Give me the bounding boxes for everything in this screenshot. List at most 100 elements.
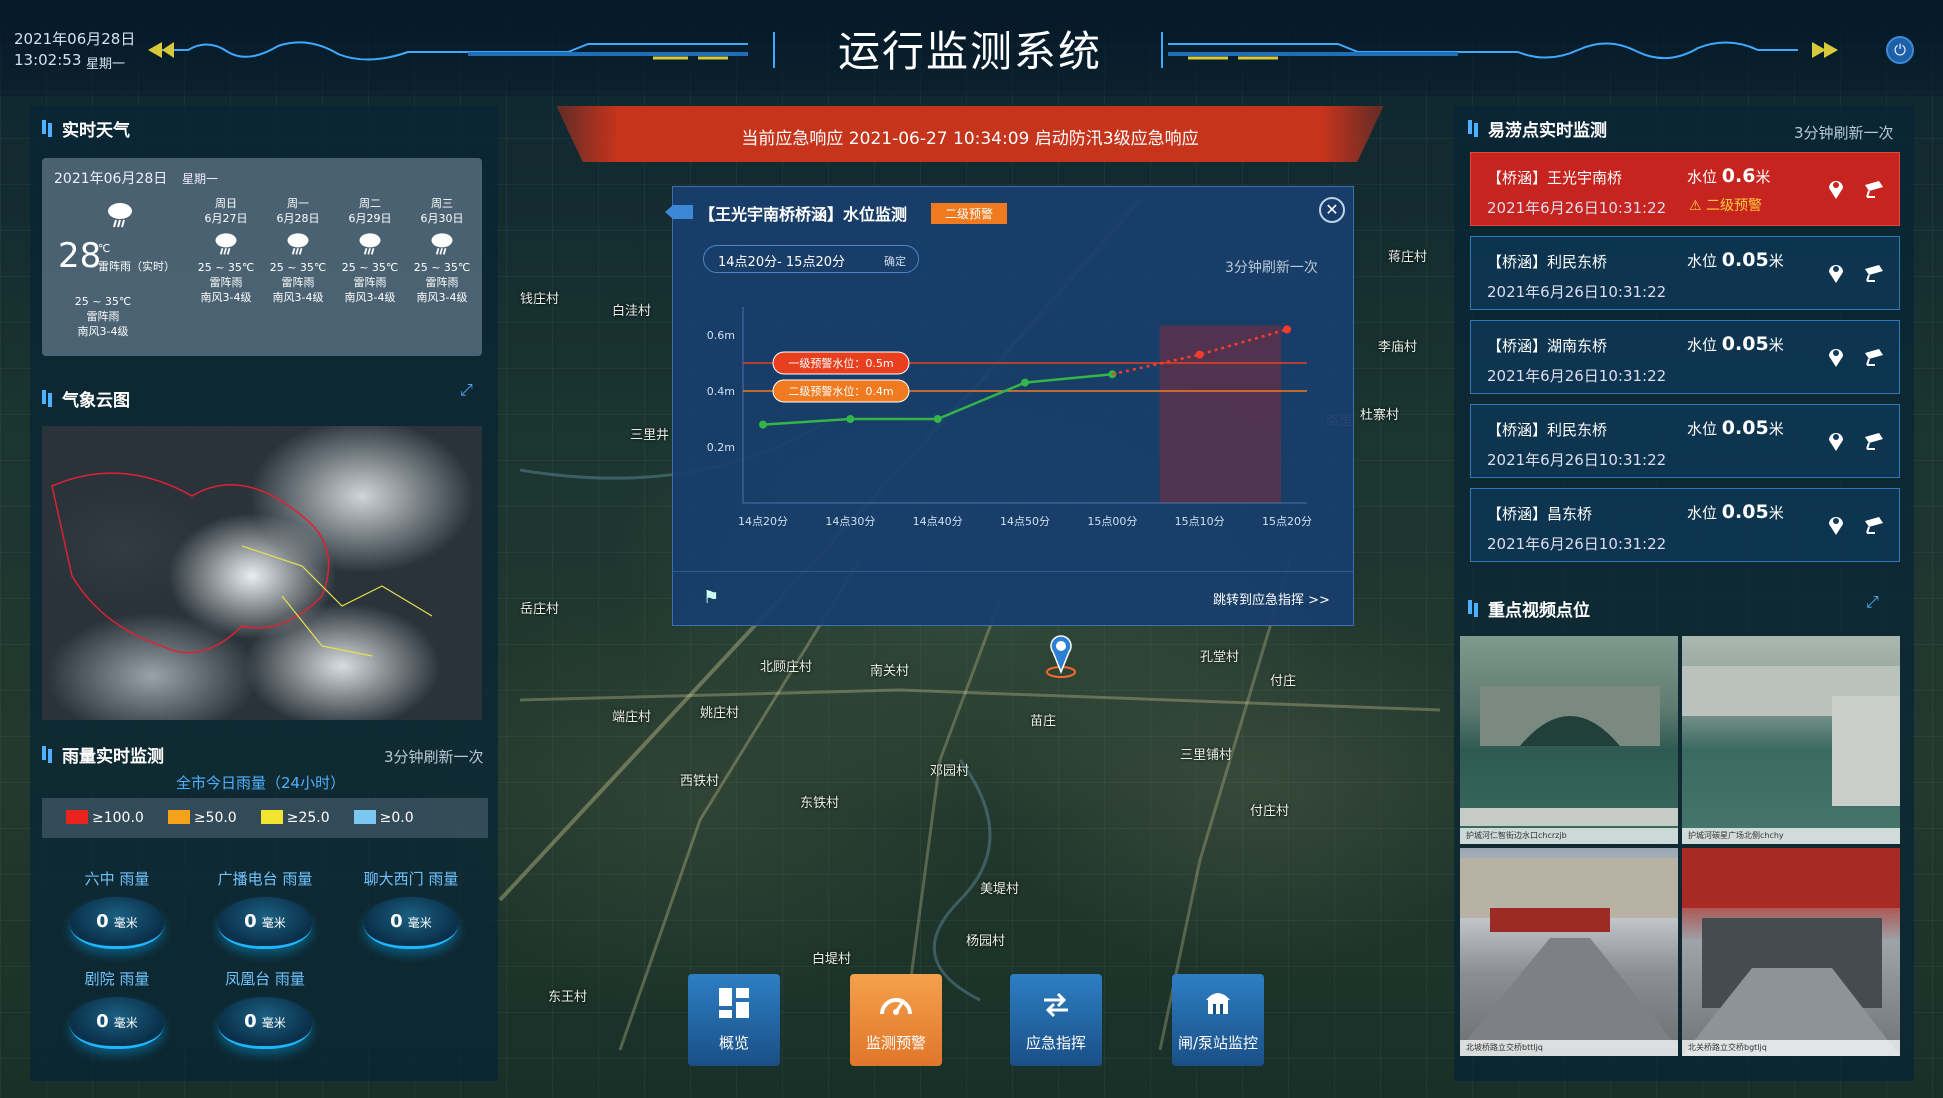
rain-gauge-value: 0: [244, 911, 257, 932]
nav-pump-station[interactable]: 闸/泵站监控: [1172, 974, 1264, 1066]
page-title: 运行监测系统: [837, 27, 1102, 76]
flag-icon[interactable]: ⚑: [703, 587, 719, 608]
video-feed[interactable]: 护城河仁智街边水口chcrzjb: [1460, 636, 1678, 844]
expand-icon[interactable]: ⤢: [460, 380, 480, 400]
jump-to-command-link[interactable]: 跳转到应急指挥 >>: [1213, 589, 1330, 608]
video-feed[interactable]: 北坡桥路立交桥bttljq: [1460, 848, 1678, 1056]
waterlog-time: 2021年6月26日10:31:22: [1487, 283, 1667, 301]
x-tick-label: 15点00分: [1087, 515, 1137, 528]
location-pin-icon[interactable]: [1825, 261, 1847, 285]
legend-label: ≥25.0: [286, 810, 330, 826]
video-feed[interactable]: 护城河碳星广场北侧chchy: [1682, 636, 1900, 844]
nav-overview[interactable]: 概览: [688, 974, 780, 1066]
dashboard-icon: [719, 988, 749, 1018]
legend-item: ≥100.0: [66, 810, 144, 826]
map-place-label: 孔堂村: [1200, 650, 1240, 665]
map-place-label: 岳庄村: [520, 602, 560, 617]
camera-icon[interactable]: [1863, 513, 1885, 537]
observed-point: [933, 415, 942, 423]
rain-gauge[interactable]: 剧院 雨量 0 毫米: [58, 968, 176, 1056]
waterlog-section-title: 易涝点实时监测: [1468, 116, 1607, 141]
map-place-label: 杨园村: [966, 934, 1006, 949]
warning-triangle-icon: ⚠: [1689, 198, 1702, 214]
nav-label: 概览: [718, 1034, 749, 1052]
location-pin-icon[interactable]: [1045, 632, 1077, 678]
river-scene: [1682, 666, 1900, 806]
location-pin-icon[interactable]: [1825, 177, 1847, 201]
header-deco-right: [1161, 32, 1838, 68]
nav-emergency-command[interactable]: 应急指挥: [1010, 974, 1102, 1066]
camera-icon[interactable]: [1863, 261, 1885, 285]
location-pin-icon[interactable]: [1825, 429, 1847, 453]
rain-refresh-note: 3分钟刷新一次: [384, 748, 484, 766]
waterlog-item[interactable]: 【桥涵】利民东桥 水位 0.05米 2021年6月26日10:31:22: [1470, 236, 1900, 310]
current-time: 13:02:53: [14, 51, 82, 69]
warning-label: ⚠ 二级预警: [1689, 195, 1762, 215]
video-caption: 护城河碳星广场北侧chchy: [1682, 828, 1900, 844]
waterlog-item[interactable]: 【桥涵】王光宇南桥 水位 0.6米 2021年6月26日10:31:22 ⚠ 二…: [1470, 152, 1900, 226]
expand-icon[interactable]: ⤢: [1866, 592, 1886, 612]
map-place-label: 东王村: [548, 990, 588, 1005]
today-wind: 南风3-4级: [77, 325, 129, 338]
camera-icon[interactable]: [1863, 345, 1885, 369]
confirm-button[interactable]: 确定: [884, 253, 906, 269]
water-level-unit: 米: [1755, 168, 1771, 186]
water-level-label: 水位: [1687, 336, 1718, 354]
video-feed[interactable]: 北关桥路立交桥bgtljq: [1682, 848, 1900, 1056]
waterlog-item[interactable]: 【桥涵】利民东桥 水位 0.05米 2021年6月26日10:31:22: [1470, 404, 1900, 478]
legend-item: ≥0.0: [353, 810, 414, 826]
threshold-label: 一级预警水位：0.5m: [788, 356, 893, 370]
water-level-value: 0.05: [1721, 249, 1769, 271]
video-caption: 北坡桥路立交桥bttljq: [1460, 1040, 1678, 1056]
cloud-section-title: 气象云图: [42, 386, 130, 411]
thunderstorm-icon: [108, 203, 132, 228]
forecast-cond: 雷阵雨: [281, 276, 315, 289]
waterlog-time: 2021年6月26日10:31:22: [1487, 535, 1667, 553]
time-range-picker[interactable]: 14点20分- 15点20分 确定: [703, 245, 919, 273]
waterlog-name: 【桥涵】利民东桥: [1487, 253, 1608, 271]
title-marker-icon: [665, 205, 693, 219]
close-button[interactable]: ✕: [1319, 197, 1345, 223]
forecast-zone: [1159, 325, 1281, 503]
waterlog-name: 【桥涵】湖南东桥: [1487, 337, 1608, 355]
forecast-range: 25 ~ 35℃: [197, 261, 255, 274]
x-tick-label: 14点50分: [1000, 515, 1050, 528]
camera-icon[interactable]: [1863, 429, 1885, 453]
map-place-label: 北顾庄村: [760, 660, 813, 675]
rain-gauge[interactable]: 凤凰台 雨量 0 毫米: [206, 968, 324, 1056]
time-range-value: 14点20分- 15点20分: [718, 255, 845, 270]
location-pin-icon[interactable]: [1825, 345, 1847, 369]
water-level-label: 水位: [1687, 252, 1718, 270]
forecast-wind: 南风3-4级: [200, 291, 252, 304]
map-place-label: 东铁村: [800, 796, 840, 811]
forecast-date: 6月28日: [276, 212, 320, 225]
rain-gauge-unit: 毫米: [407, 916, 432, 930]
waterlog-time: 2021年6月26日10:31:22: [1487, 451, 1667, 469]
legend-label: ≥50.0: [193, 810, 237, 826]
forecast-wind: 南风3-4级: [344, 291, 396, 304]
power-button[interactable]: ⏻: [1886, 36, 1914, 64]
water-level-value: 0.05: [1721, 333, 1769, 355]
rain-gauge[interactable]: 六中 雨量 0 毫米: [58, 868, 176, 956]
video-grid: 护城河仁智街边水口chcrzjb 护城河碳星广场北侧chchy 北坡桥路立交桥b…: [1460, 636, 1900, 1056]
location-pin-icon[interactable]: [1825, 513, 1847, 537]
waterlog-item[interactable]: 【桥涵】昌东桥 水位 0.05米 2021年6月26日10:31:22: [1470, 488, 1900, 562]
waterlog-item[interactable]: 【桥涵】湖南东桥 水位 0.05米 2021年6月26日10:31:22: [1470, 320, 1900, 394]
legend-swatch: [66, 810, 88, 824]
camera-icon[interactable]: [1863, 177, 1885, 201]
water-level-unit: 米: [1768, 420, 1784, 438]
legend-item: ≥50.0: [167, 810, 237, 826]
waterlog-time: 2021年6月26日10:31:22: [1487, 199, 1667, 217]
nav-monitor-warning[interactable]: 监测预警: [850, 974, 942, 1066]
water-level-unit: 米: [1768, 252, 1784, 270]
y-tick-label: 0.2m: [707, 441, 735, 454]
water-level: 水位 0.05米: [1687, 333, 1784, 355]
waterlog-time: 2021年6月26日10:31:22: [1487, 367, 1667, 385]
province-borders: [51, 472, 433, 657]
rain-gauge[interactable]: 广播电台 雨量 0 毫米: [206, 868, 324, 956]
rain-section-title: 雨量实时监测: [42, 742, 164, 767]
rain-gauge-unit: 毫米: [113, 1016, 138, 1030]
satellite-cloud-image[interactable]: [42, 426, 482, 720]
rain-gauge[interactable]: 聊大西门 雨量 0 毫米: [352, 868, 470, 956]
water-level-value: 0.6: [1721, 165, 1756, 187]
